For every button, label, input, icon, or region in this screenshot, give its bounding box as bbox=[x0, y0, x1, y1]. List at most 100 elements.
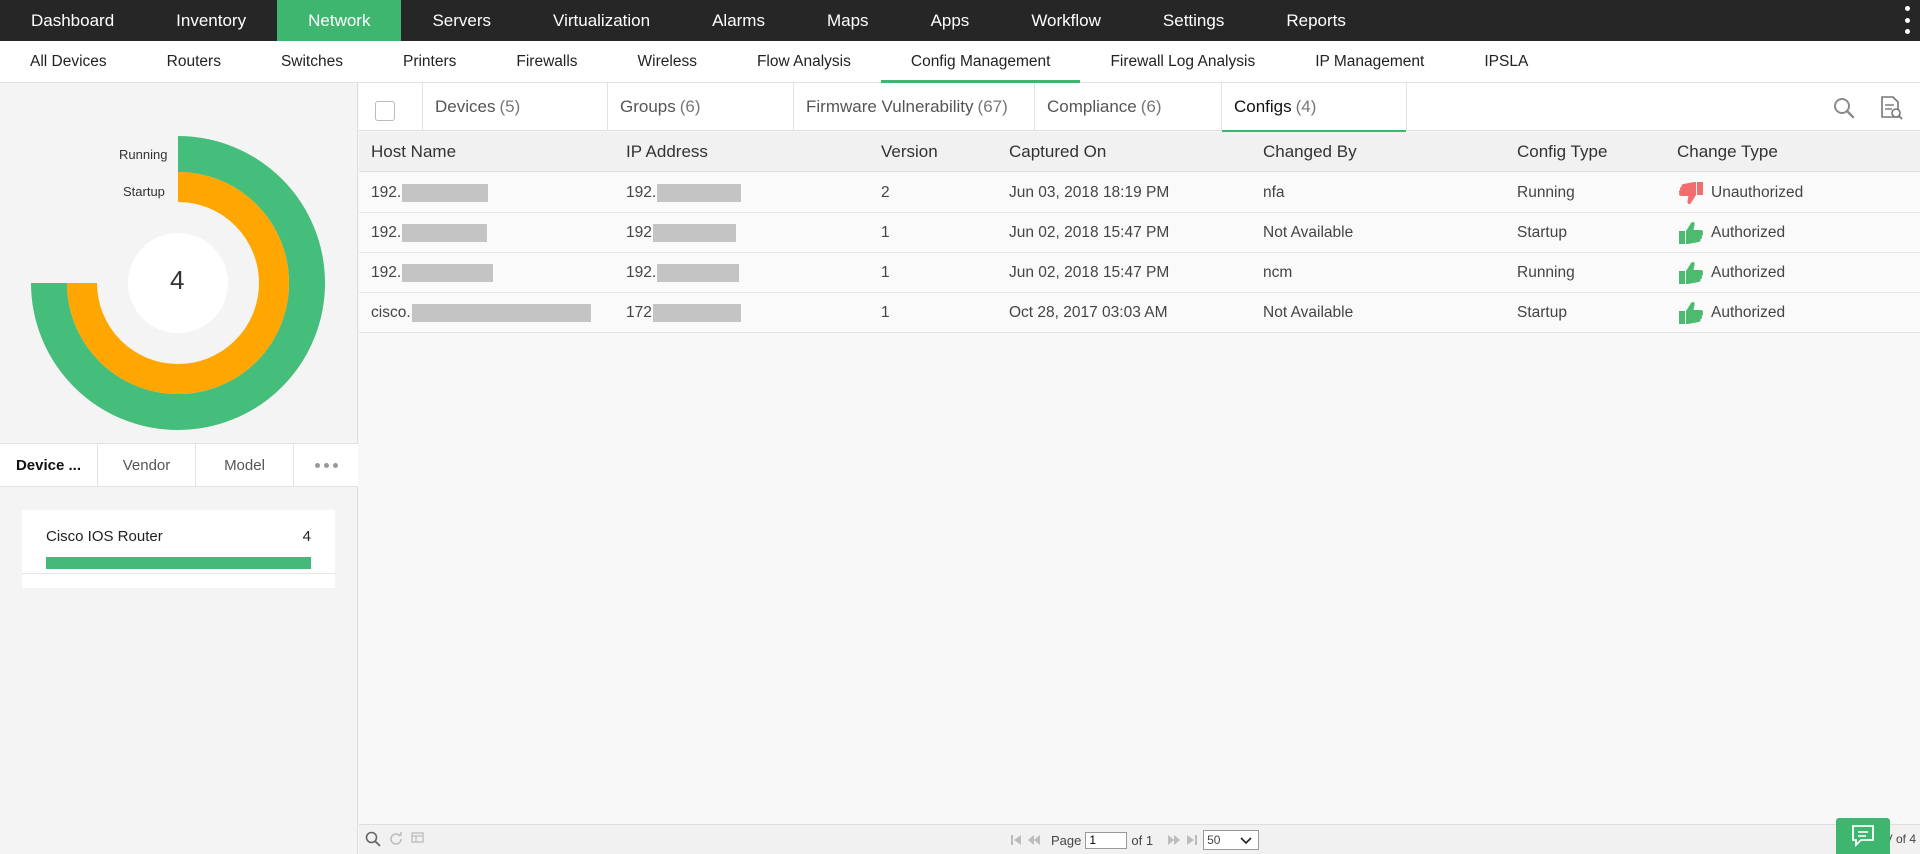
columns-icon[interactable] bbox=[411, 831, 424, 844]
tab-configs[interactable]: Configs (4) bbox=[1221, 83, 1407, 132]
cell-text: Running bbox=[1517, 264, 1575, 281]
left-tab-device-type[interactable]: Device ... bbox=[0, 444, 98, 486]
column-header-config-type[interactable]: Config Type bbox=[1517, 132, 1607, 172]
table-header: Host Name IP Address Version Captured On Cha… bbox=[359, 132, 1920, 172]
divider bbox=[22, 573, 335, 574]
cell-change-type: Authorized bbox=[1677, 253, 1785, 293]
thumbs-up-icon bbox=[1679, 261, 1704, 284]
subnav-item-flow-analysis[interactable]: Flow Analysis bbox=[727, 41, 881, 82]
cell-text: 192. bbox=[371, 264, 402, 281]
nav-item-settings[interactable]: Settings bbox=[1132, 0, 1255, 41]
pagination: Page of 1 50 bbox=[1009, 829, 1260, 851]
subnav-item-wireless[interactable]: Wireless bbox=[608, 41, 727, 82]
cell-changed-by: Not Available bbox=[1263, 213, 1353, 253]
previous-page-icon[interactable] bbox=[1027, 833, 1041, 847]
model-card[interactable]: Cisco IOS Router 4 bbox=[22, 510, 335, 588]
cell-text: Jun 02, 2018 15:47 PM bbox=[1009, 264, 1170, 281]
left-tabs: Device ... Vendor Model bbox=[0, 443, 358, 487]
subnav-item-ipsla[interactable]: IPSLA bbox=[1454, 41, 1558, 82]
export-report-icon[interactable] bbox=[1878, 95, 1904, 121]
table-row[interactable]: 192. 192. 2 Jun 03, 2018 18:19 PM nfa Running… bbox=[359, 173, 1920, 213]
left-tab-model[interactable]: Model bbox=[196, 444, 294, 486]
rows-per-page-select[interactable]: 50 bbox=[1203, 830, 1260, 850]
top-navigation: Dashboard Inventory Network Servers Virtuali… bbox=[0, 0, 1920, 41]
subnav-item-firewalls[interactable]: Firewalls bbox=[486, 41, 607, 82]
tab-count: (6) bbox=[1140, 97, 1162, 116]
select-all-checkbox[interactable] bbox=[375, 101, 395, 121]
cell-change-type: Unauthorized bbox=[1677, 173, 1803, 213]
donut-center-value: 4 bbox=[170, 265, 185, 295]
refresh-icon[interactable] bbox=[389, 831, 403, 845]
cell-text: Not Available bbox=[1263, 304, 1354, 321]
redacted-block bbox=[402, 184, 489, 202]
cell-config-type: Running bbox=[1517, 173, 1575, 213]
chat-button[interactable] bbox=[1836, 818, 1890, 854]
nav-item-maps[interactable]: Maps bbox=[796, 0, 900, 41]
column-header-ip-address[interactable]: IP Address bbox=[626, 132, 708, 172]
table-row[interactable]: cisco. 172 1 Oct 28, 2017 03:03 AM Not Avail… bbox=[359, 293, 1920, 333]
column-header-captured-on[interactable]: Captured On bbox=[1009, 132, 1106, 172]
cell-config-type: Running bbox=[1517, 253, 1575, 293]
subnav-item-switches[interactable]: Switches bbox=[251, 41, 373, 82]
cell-text: 1 bbox=[881, 224, 890, 241]
rows-per-page-value: 50 bbox=[1207, 833, 1221, 847]
cell-ip-address: 192. bbox=[626, 173, 742, 213]
subnav-item-firewall-log-analysis[interactable]: Firewall Log Analysis bbox=[1080, 41, 1285, 82]
cell-text: 1 bbox=[881, 304, 890, 321]
last-page-icon[interactable] bbox=[1185, 833, 1199, 847]
nav-item-dashboard[interactable]: Dashboard bbox=[0, 0, 145, 41]
subnav-item-ip-management[interactable]: IP Management bbox=[1285, 41, 1454, 82]
table-row[interactable]: 192. 192 1 Jun 02, 2018 15:47 PM Not Availab… bbox=[359, 213, 1920, 253]
change-type-label: Authorized bbox=[1711, 224, 1786, 241]
more-options-icon[interactable] bbox=[1904, 6, 1910, 34]
cell-text: 192. bbox=[371, 224, 402, 241]
nav-item-apps[interactable]: Apps bbox=[900, 0, 1001, 41]
cell-text: Startup bbox=[1517, 224, 1567, 241]
nav-item-workflow[interactable]: Workflow bbox=[1000, 0, 1132, 41]
cell-host-name: cisco. bbox=[371, 293, 591, 333]
tab-groups[interactable]: Groups (6) bbox=[607, 83, 793, 131]
nav-item-servers[interactable]: Servers bbox=[401, 0, 522, 41]
page-number-input[interactable] bbox=[1085, 831, 1128, 849]
subnav-item-all-devices[interactable]: All Devices bbox=[0, 41, 137, 82]
table-row[interactable]: 192. 192. 1 Jun 02, 2018 15:47 PM ncm Running… bbox=[359, 253, 1920, 293]
cell-text: 192. bbox=[626, 184, 657, 201]
thumbs-up-icon bbox=[1679, 221, 1704, 244]
tab-count: (67) bbox=[977, 97, 1008, 116]
thumbs-down-icon bbox=[1678, 182, 1703, 205]
chat-icon bbox=[1852, 825, 1874, 848]
first-page-icon[interactable] bbox=[1009, 833, 1023, 847]
chevron-down-icon bbox=[1240, 837, 1252, 845]
cell-host-name: 192. bbox=[371, 213, 488, 253]
subnav-item-config-management[interactable]: Config Management bbox=[880, 41, 1081, 83]
subnav-item-printers[interactable]: Printers bbox=[373, 41, 486, 82]
column-header-host-name[interactable]: Host Name bbox=[371, 132, 456, 172]
tab-firmware-vulnerability[interactable]: Firmware Vulnerability (67) bbox=[793, 83, 1034, 131]
cell-text: Startup bbox=[1517, 304, 1567, 321]
model-count-bar bbox=[46, 557, 311, 569]
cell-host-name: 192. bbox=[371, 253, 494, 293]
left-tab-vendor[interactable]: Vendor bbox=[98, 444, 196, 486]
next-page-icon[interactable] bbox=[1167, 833, 1181, 847]
column-header-version[interactable]: Version bbox=[881, 132, 938, 172]
cell-ip-address: 192 bbox=[626, 213, 736, 253]
nav-item-alarms[interactable]: Alarms bbox=[681, 0, 796, 41]
redacted-block bbox=[657, 264, 740, 282]
cell-changed-by: Not Available bbox=[1263, 293, 1353, 333]
subnav-item-routers[interactable]: Routers bbox=[137, 41, 251, 82]
tab-compliance[interactable]: Compliance (6) bbox=[1034, 83, 1221, 131]
search-icon[interactable] bbox=[1831, 95, 1857, 121]
nav-item-inventory[interactable]: Inventory bbox=[145, 0, 277, 41]
redacted-block bbox=[657, 184, 742, 202]
left-tabs-more-icon[interactable] bbox=[294, 444, 358, 486]
page-of-label: of 1 bbox=[1131, 832, 1154, 848]
nav-item-network[interactable]: Network bbox=[277, 0, 402, 41]
donut-label-startup: Startup bbox=[123, 184, 165, 199]
nav-item-virtualization[interactable]: Virtualization bbox=[522, 0, 681, 41]
column-header-change-type[interactable]: Change Type bbox=[1677, 132, 1778, 172]
footer-search-icon[interactable] bbox=[365, 831, 381, 847]
column-header-changed-by[interactable]: Changed By bbox=[1263, 132, 1357, 172]
change-type-label: Authorized bbox=[1711, 304, 1786, 321]
nav-item-reports[interactable]: Reports bbox=[1255, 0, 1377, 41]
tab-devices[interactable]: Devices (5) bbox=[422, 83, 607, 131]
